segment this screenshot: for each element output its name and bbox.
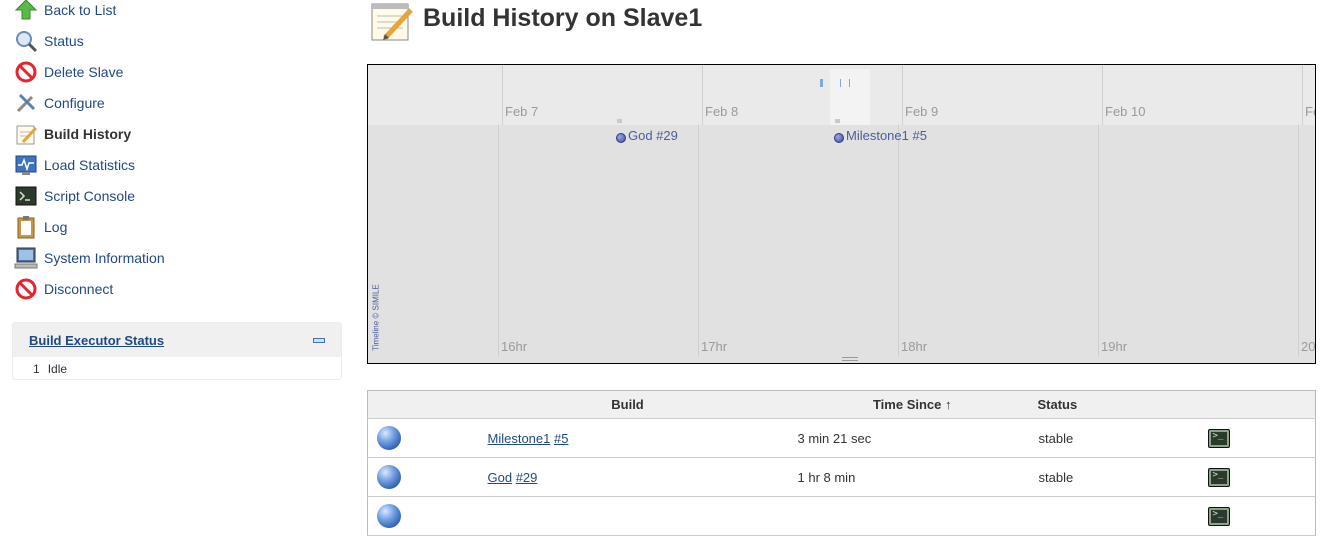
timeline-hour-label: 20 [1301,339,1316,354]
timeline-visible-range [830,69,870,125]
column-header-status[interactable]: Status [1037,390,1198,419]
timeline-resize-handle[interactable] [842,357,858,361]
timeline-marker [849,79,850,87]
task-label[interactable]: Script Console [44,188,135,204]
task-configure[interactable]: Configure [14,90,105,116]
page-title: Build History on Slave1 [423,4,703,32]
task-back-to-list[interactable]: Back to List [14,0,116,23]
timeline-gridline [698,125,699,357]
build-number-link[interactable]: #5 [554,431,568,446]
task-system-information[interactable]: System Information [14,245,165,271]
tools-icon [14,91,38,115]
task-label[interactable]: Status [44,33,84,49]
timeline-hour-label: 16hr [501,339,528,354]
up-arrow-icon [14,0,38,22]
console-output-icon[interactable] [1207,506,1230,526]
console-output-icon[interactable] [1207,467,1230,487]
executor-state: Idle [47,362,68,376]
column-header-icon [367,390,458,419]
timeline-gridline [1098,125,1099,357]
timeline-date-label: Fe [1305,104,1315,119]
column-header-build[interactable]: Build [457,390,798,419]
executor-panel-header: Build Executor Status [13,323,341,357]
clipboard-icon [14,215,38,239]
timeline-date-label: Feb 7 [505,104,539,119]
task-label[interactable]: Load Statistics [44,157,135,173]
timeline-gridline [702,65,703,125]
timeline-credit[interactable]: Timeline © SIMILE [372,273,381,363]
timeline-event-marker [617,119,622,123]
timeline-marker [840,79,841,87]
timeline-gridline [502,65,503,125]
task-label[interactable]: Delete Slave [44,64,123,80]
timeline-gridline [898,125,899,357]
timeline-event-label[interactable]: God #29 [628,128,678,143]
timeline-date-label: Feb 8 [705,104,739,119]
computer-icon [14,246,38,270]
job-link[interactable]: Milestone1 [488,431,551,446]
build-number-link[interactable]: #29 [516,470,538,485]
task-label[interactable]: System Information [44,250,165,266]
build-status-dot-icon[interactable] [834,133,844,143]
timeline-hour-label: 17hr [701,339,728,354]
status-cell: stable [1037,457,1198,497]
task-label[interactable]: Back to List [44,2,116,18]
task-build-history[interactable]: Build History [14,121,131,147]
magnifier-icon [14,29,38,53]
timeline-date-label: Feb 9 [905,104,939,119]
build-history-table: Build Time Since ↑ Status Milestone1 #5 … [367,390,1316,536]
task-status[interactable]: Status [14,28,84,54]
timeline-date-label: Feb 10 [1105,104,1146,119]
time-since-cell: 1 hr 8 min [797,457,1038,497]
task-log[interactable]: Log [14,214,67,240]
task-load-statistics[interactable]: Load Statistics [14,152,135,178]
executor-panel-title[interactable]: Build Executor Status [29,333,164,348]
timeline-gridline [1302,65,1303,125]
task-label[interactable]: Build History [44,126,131,142]
sort-ascending-icon: ↑ [945,397,952,412]
table-row [367,496,1316,536]
task-label[interactable]: Disconnect [44,281,113,297]
no-entry-icon [14,60,38,84]
blue-ball-icon[interactable] [377,426,401,450]
notepad-icon [14,122,38,146]
timeline-gridline [1298,125,1299,357]
build-executor-status-panel: Build Executor Status 1 Idle [12,322,342,380]
table-header-row: Build Time Since ↑ Status [367,390,1316,419]
timeline-gridline [1102,65,1103,125]
task-script-console[interactable]: Script Console [14,183,135,209]
table-row: God #29 1 hr 8 min stable [367,457,1316,497]
timeline-event[interactable]: God #29 [616,119,678,143]
column-header-time-since[interactable]: Time Since ↑ [797,390,1038,419]
notepad-icon [369,0,413,42]
timeline-event-label[interactable]: Milestone1 #5 [846,128,927,143]
timeline-event-marker [835,119,840,123]
blue-ball-icon[interactable] [377,465,401,489]
task-label[interactable]: Configure [44,95,105,111]
timeline-event[interactable]: Milestone1 #5 [834,119,927,143]
status-cell: stable [1037,418,1198,458]
collapse-icon[interactable] [313,337,325,343]
task-disconnect[interactable]: Disconnect [14,276,113,302]
executor-number: 1 [33,362,40,376]
executor-row: 1 Idle [13,357,341,381]
timeline-hour-label: 19hr [1101,339,1128,354]
console-output-icon[interactable] [1207,428,1230,448]
time-since-cell: 3 min 21 sec [797,418,1038,458]
timeline-hour-label: 18hr [901,339,928,354]
task-label[interactable]: Log [44,219,67,235]
timeline-gridline [902,65,903,125]
timeline-marker [820,79,823,87]
timeline-gridline [498,125,499,357]
build-status-dot-icon[interactable] [616,133,626,143]
no-entry-icon [14,277,38,301]
chart-monitor-icon [14,153,38,177]
build-timeline[interactable]: Feb 7 Feb 8 Feb 9 Feb 10 Fe 16hr 17hr 18… [367,64,1316,364]
table-row: Milestone1 #5 3 min 21 sec stable [367,418,1316,458]
column-header-console [1197,390,1316,419]
terminal-icon [14,184,38,208]
job-link[interactable]: God [488,470,513,485]
task-delete-slave[interactable]: Delete Slave [14,59,123,85]
